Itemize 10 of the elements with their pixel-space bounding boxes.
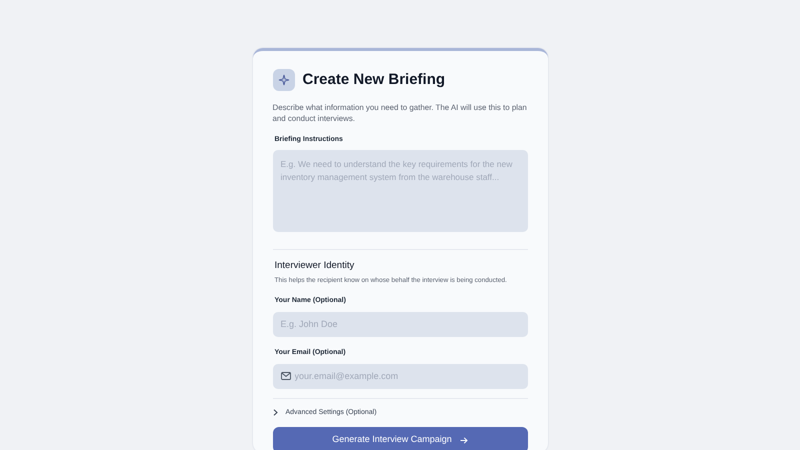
form-title: Create New Briefing [302, 71, 446, 89]
chevron-icon [272, 409, 278, 416]
briefing-textarea[interactable]: E.g. We need to understand the key requirements for the new inventory management system from the warehouse staff... [272, 150, 528, 232]
name-field[interactable]: E.g. John Doe [272, 312, 528, 337]
email-field[interactable]: your.email@example.com [272, 364, 528, 389]
sparkle-icon [272, 69, 294, 91]
arrow-right-icon [460, 436, 468, 444]
mail-icon [280, 372, 290, 380]
section-heading: Interviewer Identity [274, 259, 356, 274]
generate-button[interactable]: Generate Interview Campaign [272, 427, 528, 450]
